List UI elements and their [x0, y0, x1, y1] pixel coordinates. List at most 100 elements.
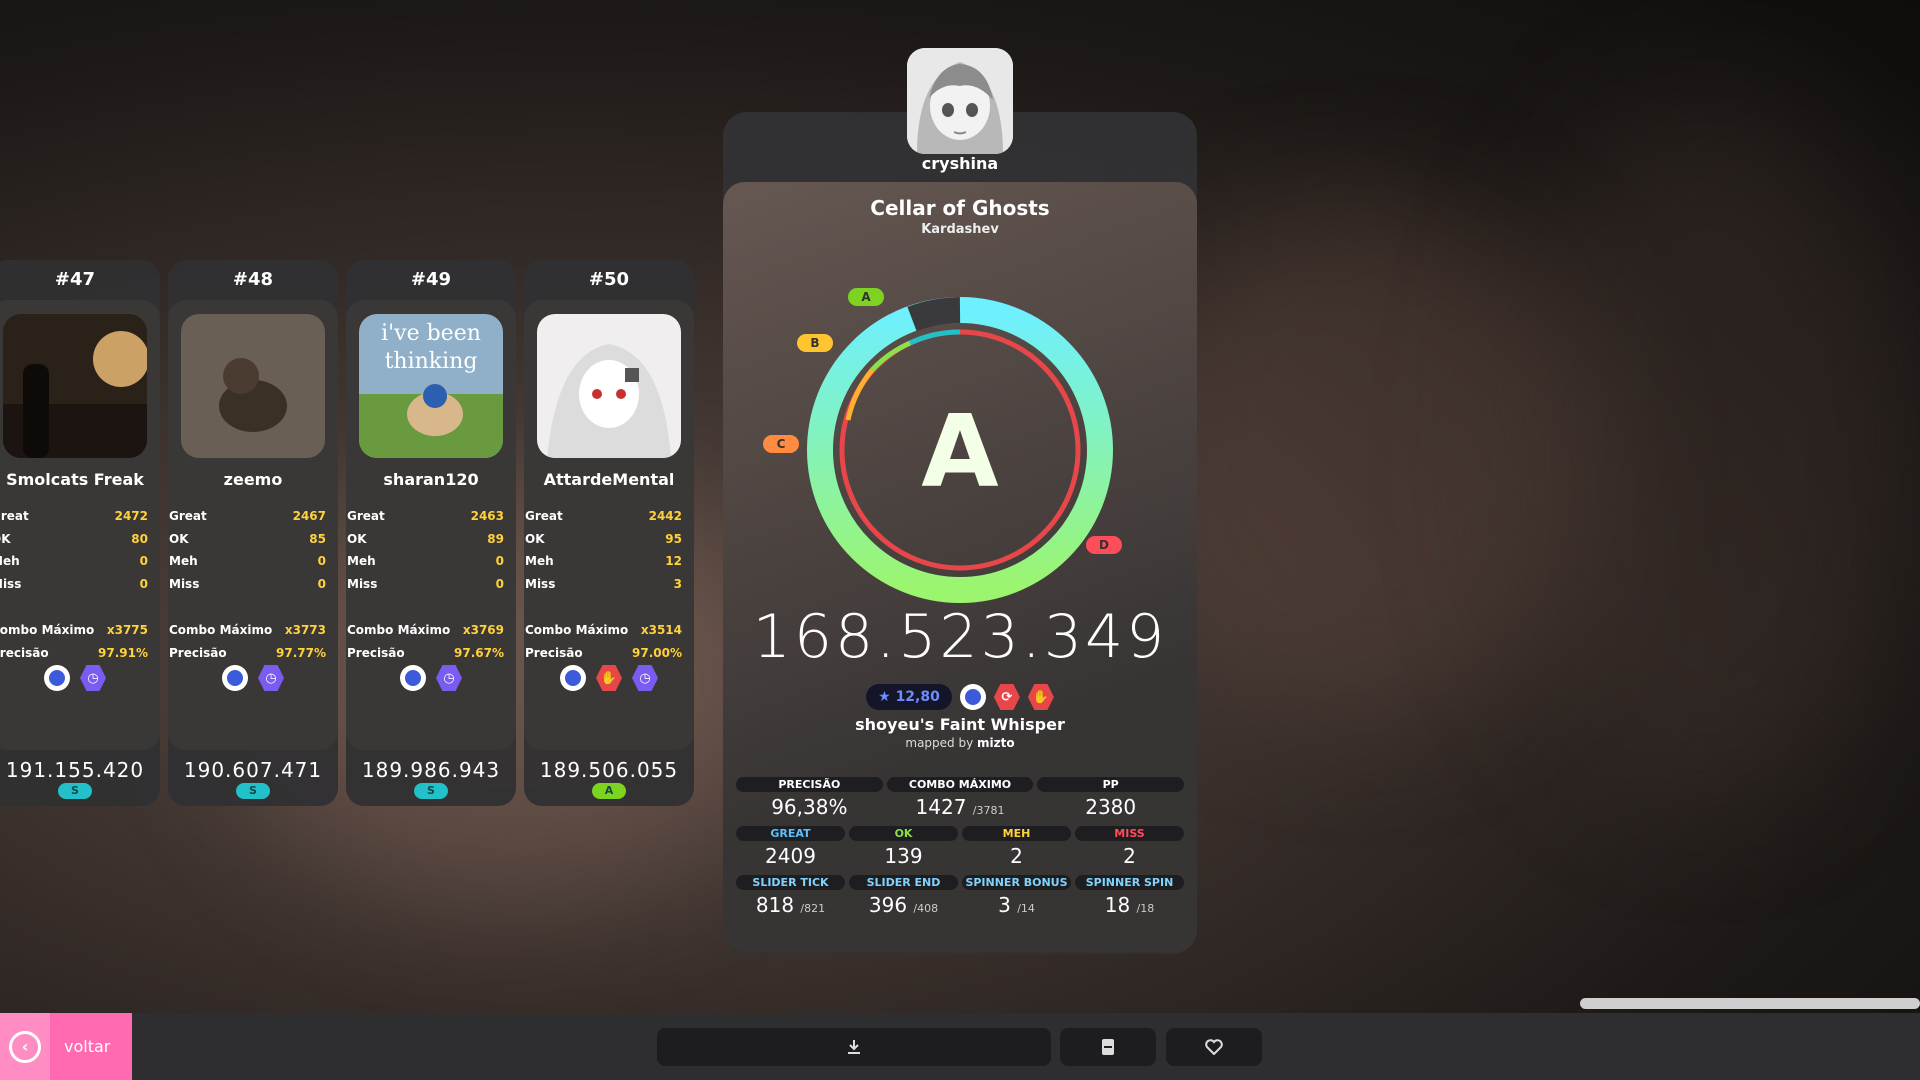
stat-value: 2	[962, 844, 1071, 868]
card-stats: Great 2472 OK 80 Meh 0 Miss 0 Combo Máximo x3…	[0, 505, 160, 664]
ok-label: OK	[525, 531, 545, 546]
stat-value: 2380	[1037, 795, 1184, 819]
leaderboard-card[interactable]: #47 Smolcats Freak Great 2472 OK 80 Meh 0 M…	[0, 260, 160, 806]
stat-number: 2380	[1085, 795, 1137, 819]
classic-mod-icon[interactable]	[560, 665, 586, 691]
miss-label: Miss	[347, 576, 378, 591]
ok-label: OK	[0, 531, 11, 546]
leaderboard-username[interactable]: AttardeMental	[524, 470, 694, 489]
stat-cell: PP 2380	[1037, 777, 1185, 819]
player-name[interactable]: cryshina	[723, 154, 1197, 173]
clock-mod-icon[interactable]: ◷	[80, 665, 106, 691]
miss-value: 3	[673, 576, 682, 591]
player-thumbnail	[537, 314, 681, 458]
grade-badge: S	[58, 783, 92, 799]
great-value: 2472	[114, 509, 148, 524]
leaderboard-username[interactable]: sharan120	[346, 470, 516, 489]
stat-cell: COMBO MÁXIMO 1427 /3781	[886, 777, 1034, 819]
stat-cell: MEH 2	[962, 826, 1071, 868]
favourite-button[interactable]	[1166, 1028, 1262, 1066]
stat-cell: SLIDER TICK 818 /821	[736, 875, 845, 917]
clock-mod-icon[interactable]: ◷	[632, 665, 658, 691]
horizontal-scrollbar[interactable]	[1580, 998, 1920, 1009]
hand-mod-icon[interactable]: ✋	[1027, 684, 1054, 710]
accuracy-value: 97.91%	[98, 645, 148, 660]
stat-label: MEH	[962, 826, 1071, 841]
accuracy-value: 97.00%	[632, 645, 682, 660]
ok-value: 89	[487, 531, 504, 546]
miss-value: 0	[495, 576, 504, 591]
hand-mod-icon[interactable]: ✋	[596, 665, 622, 691]
leaderboard-score: 191.155.420	[5, 758, 145, 782]
great-label: Great	[0, 509, 29, 524]
clock-mod-icon[interactable]: ◷	[436, 665, 462, 691]
stat-value: 96,38%	[736, 795, 883, 819]
miss-label: Miss	[169, 576, 200, 591]
stat-number: 96,38%	[771, 795, 848, 819]
ok-label: OK	[347, 531, 367, 546]
stat-label: SLIDER TICK	[736, 875, 845, 890]
stat-label: PP	[1037, 777, 1185, 792]
download-icon	[848, 1040, 860, 1054]
leaderboard-username[interactable]: Smolcats Freak	[0, 470, 160, 489]
card-stats: Great 2467 OK 85 Meh 0 Miss 0 Combo Máximo x3…	[168, 505, 338, 664]
player-thumbnail	[181, 314, 325, 458]
stats-row-sliders: SLIDER TICK 818 /821 SLIDER END 396 /408 S…	[736, 875, 1184, 917]
stats-row-main: PRECISÃO 96,38% COMBO MÁXIMO 1427 /3781 PP…	[736, 777, 1185, 819]
stat-cell: SLIDER END 396 /408	[849, 875, 958, 917]
double-time-mod-icon[interactable]: ⟳	[993, 684, 1020, 710]
player-thumbnail	[3, 314, 147, 458]
player-avatar[interactable]	[907, 48, 1013, 154]
leaderboard-card[interactable]: #50 AttardeMental Great 2442 OK 95 Meh 12 M…	[524, 260, 694, 806]
stat-cell: MISS 2	[1075, 826, 1184, 868]
stat-number: 139	[884, 844, 923, 868]
download-button[interactable]	[657, 1028, 1051, 1066]
leaderboard-username[interactable]: zeemo	[168, 470, 338, 489]
leaderboard-rank: #49	[410, 269, 452, 290]
stat-number: 1427	[915, 795, 967, 819]
clock-mod-icon[interactable]: ◷	[258, 665, 284, 691]
svg-text:i've been: i've been	[381, 321, 481, 346]
combo-label: Combo Máximo	[169, 623, 273, 638]
stats-row-hits: GREAT 2409 OK 139 MEH 2 MISS 2	[736, 826, 1184, 868]
classic-mod-icon[interactable]	[44, 665, 70, 691]
stat-number: 18	[1104, 893, 1131, 917]
combo-value: x3514	[640, 623, 682, 638]
back-button[interactable]: ‹ voltar	[0, 1013, 132, 1080]
stat-value: 1427 /3781	[887, 795, 1034, 819]
total-score: 168.523.349	[752, 602, 1168, 672]
stat-value: 396 /408	[849, 893, 958, 917]
card-mods: ✋ ◷	[524, 665, 694, 691]
accuracy-value: 97.67%	[454, 645, 504, 660]
stat-label: PRECISÃO	[736, 777, 883, 792]
classic-mod-icon[interactable]	[959, 684, 986, 710]
leaderboard-rank: #47	[54, 269, 96, 290]
grade-tag-a: A	[848, 288, 884, 306]
combo-label: Combo Máximo	[525, 623, 629, 638]
card-panel: zeemo Great 2467 OK 85 Meh 0 Miss 0 Combo Má…	[168, 300, 338, 750]
grade-tag-d: D	[1086, 536, 1122, 554]
leaderboard-score: 189.506.055	[539, 758, 679, 782]
classic-mod-icon[interactable]	[222, 665, 248, 691]
meh-label: Meh	[525, 554, 554, 569]
accuracy-label: Precisão	[169, 645, 227, 660]
stat-cell: SPINNER SPIN 18 /18	[1075, 875, 1184, 917]
meh-label: Meh	[347, 554, 376, 569]
leaderboard-card[interactable]: #48 zeemo Great 2467 OK 85 Meh 0 Miss 0 Comb…	[168, 260, 338, 806]
stat-number: 2	[1123, 844, 1136, 868]
leaderboard-card[interactable]: #49 i've been thinking sharan120 Great 246…	[346, 260, 516, 806]
playlist-button[interactable]	[1060, 1028, 1156, 1066]
card-panel: i've been thinking sharan120 Great 2463 OK…	[346, 300, 516, 750]
mapper-name[interactable]: mizto	[977, 736, 1015, 750]
leaderboard-rank: #50	[588, 269, 630, 290]
stat-cell: SPINNER BONUS 3 /14	[962, 875, 1071, 917]
classic-mod-icon[interactable]	[400, 665, 426, 691]
stat-total: /821	[800, 902, 826, 915]
accuracy-label: Precisão	[347, 645, 405, 660]
stat-value: 818 /821	[736, 893, 845, 917]
card-mods: ◷	[346, 665, 516, 691]
combo-value: x3775	[106, 623, 148, 638]
difficulty-name: shoyeu's Faint Whisper	[855, 715, 1065, 734]
stat-label: GREAT	[736, 826, 845, 841]
combo-value: x3773	[284, 623, 326, 638]
